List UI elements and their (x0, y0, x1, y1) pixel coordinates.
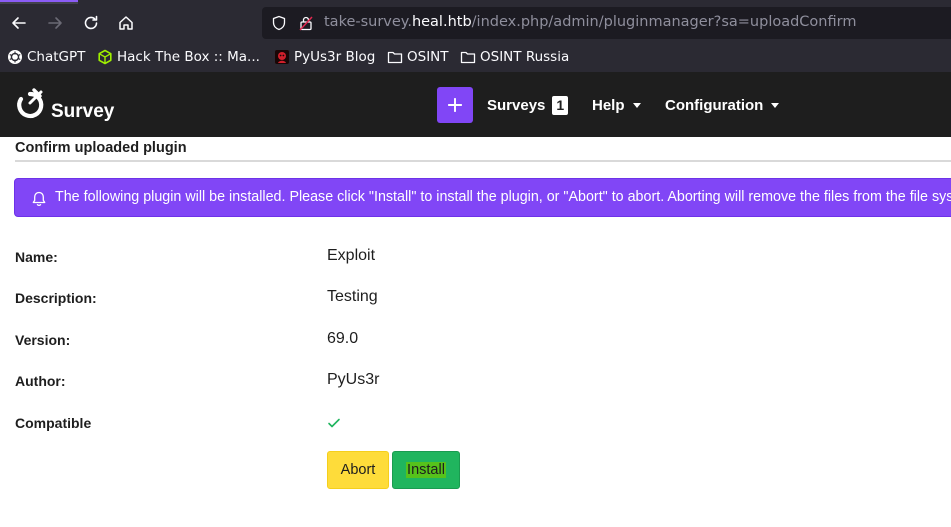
menu-configuration[interactable]: Configuration (665, 97, 780, 114)
surveys-count-badge: 1 (552, 96, 569, 115)
bookmarks-toolbar: ChatGPT Hack The Box :: Ma... PyUs3r Blo… (0, 42, 951, 72)
caret-down-icon (771, 103, 780, 108)
compatible-label: Compatible (15, 415, 92, 431)
url-path: /index.php/admin/pluginmanager?sa=upload… (471, 14, 857, 30)
reload-icon (84, 15, 98, 30)
url-host: heal.htb (411, 14, 472, 30)
active-tab-accent (0, 0, 78, 2)
menu-surveys-label: Surveys (487, 97, 546, 114)
name-value: Exploit (327, 247, 376, 264)
app-header: Survey Surveys 1 Help Configuration (0, 72, 951, 137)
checkmark-icon (328, 418, 340, 428)
bookmark-label: ChatGPT (27, 49, 86, 65)
bookmark-label: OSINT (407, 49, 449, 65)
address-bar[interactable]: take-survey.heal.htb/index.php/admin/plu… (262, 7, 951, 39)
url-text[interactable]: take-survey.heal.htb/index.php/admin/plu… (324, 14, 856, 30)
home-icon (119, 16, 133, 30)
abort-button[interactable]: Abort (327, 451, 389, 489)
bookmark-pyus3r-blog[interactable]: PyUs3r Blog (274, 49, 375, 65)
insecure-lock-icon[interactable] (298, 15, 314, 31)
menu-help[interactable]: Help (592, 97, 641, 114)
description-value: Testing (327, 288, 378, 305)
forward-button[interactable] (43, 11, 67, 35)
bookmark-label: PyUs3r Blog (294, 49, 376, 65)
bell-icon (32, 191, 46, 207)
caret-down-icon (632, 103, 641, 108)
back-button[interactable] (7, 11, 31, 35)
bookmark-chatgpt[interactable]: ChatGPT (7, 49, 85, 65)
name-label: Name: (15, 249, 58, 265)
htb-cube-icon (97, 49, 113, 65)
bookmark-label: OSINT Russia (480, 49, 570, 65)
menu-configuration-label: Configuration (665, 97, 764, 114)
page-title: Confirm uploaded plugin (15, 140, 187, 156)
home-button[interactable] (114, 11, 138, 35)
survey-logo-icon[interactable] (14, 88, 46, 120)
author-label: Author: (15, 373, 66, 389)
back-arrow-icon (12, 17, 26, 29)
folder-icon (387, 49, 403, 65)
bookmark-hack-the-box[interactable]: Hack The Box :: Ma... (97, 49, 260, 65)
forward-arrow-icon (48, 17, 62, 29)
version-label: Version: (15, 332, 71, 348)
install-button-label: Install (406, 462, 446, 478)
blog-favicon-icon (274, 49, 290, 65)
install-button[interactable]: Install (392, 451, 460, 489)
browser-toolbar: take-survey.heal.htb/index.php/admin/plu… (0, 4, 951, 42)
info-alert: The following plugin will be installed. … (14, 178, 951, 217)
brand-name[interactable]: Survey (51, 101, 114, 123)
version-value: 69.0 (327, 330, 359, 347)
chatgpt-icon (7, 49, 23, 65)
title-divider (15, 160, 951, 162)
bookmark-folder-osint-russia[interactable]: OSINT Russia (460, 49, 569, 65)
reload-button[interactable] (79, 11, 103, 35)
menu-help-label: Help (592, 97, 625, 114)
bookmark-folder-osint[interactable]: OSINT (387, 49, 449, 65)
author-value: PyUs3r (327, 371, 380, 388)
plus-icon (448, 98, 462, 112)
url-prefix: take-survey. (324, 14, 412, 30)
bookmark-label: Hack The Box :: Ma... (117, 49, 260, 65)
menu-surveys[interactable]: Surveys 1 (487, 96, 569, 115)
tracking-protection-shield-icon[interactable] (271, 15, 287, 31)
folder-icon (460, 49, 476, 65)
description-label: Description: (15, 290, 97, 306)
alert-message: The following plugin will be installed. … (55, 189, 951, 205)
create-button[interactable] (437, 87, 473, 123)
